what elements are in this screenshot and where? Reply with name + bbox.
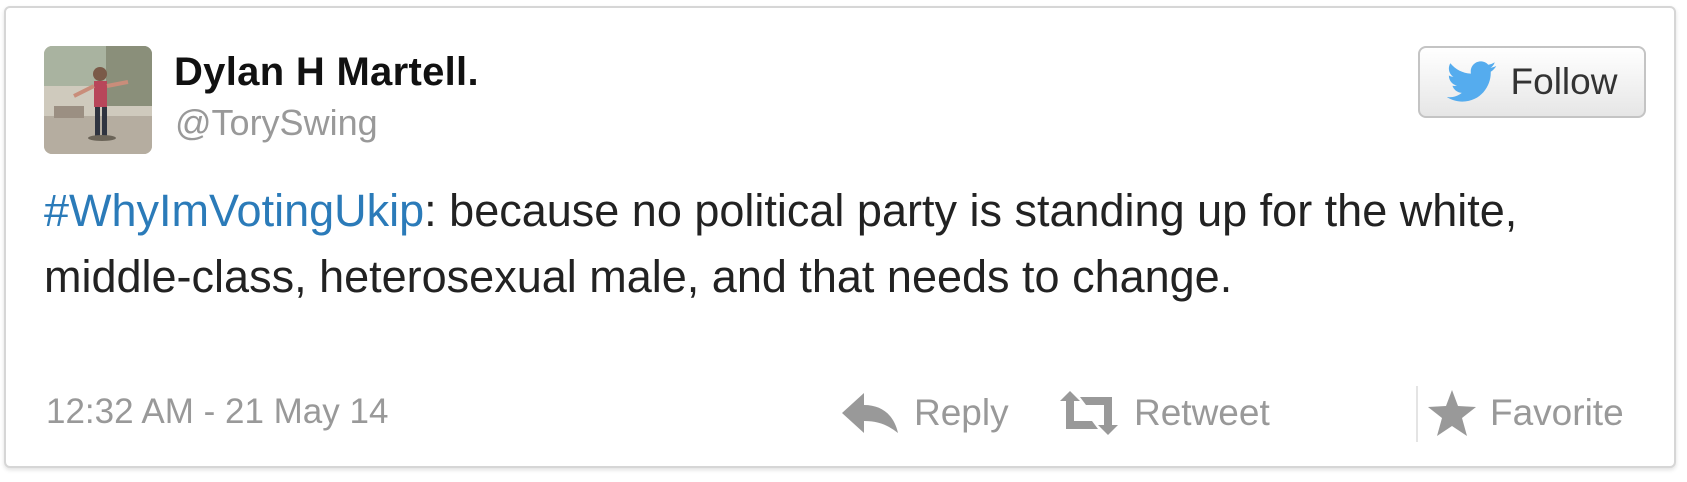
- twitter-bird-icon: [1446, 61, 1496, 102]
- user-handle[interactable]: @TorySwing: [175, 102, 378, 144]
- reply-icon: [842, 393, 898, 433]
- tweet-timestamp[interactable]: 12:32 AM - 21 May 14: [46, 392, 388, 432]
- retweet-label: Retweet: [1134, 392, 1270, 433]
- reply-label: Reply: [914, 392, 1009, 433]
- star-icon: [1428, 390, 1476, 436]
- tweet-text: #WhyImVotingUkip: because no political p…: [44, 178, 1644, 310]
- retweet-icon: [1060, 391, 1118, 435]
- favorite-button[interactable]: Favorite: [1428, 382, 1624, 444]
- follow-button[interactable]: Follow: [1418, 46, 1646, 118]
- embedded-tweet-card: Dylan H Martell. @TorySwing Follow #WhyI…: [4, 6, 1676, 468]
- avatar-image: [44, 46, 152, 154]
- action-divider: [1416, 386, 1418, 442]
- avatar[interactable]: [44, 46, 152, 154]
- favorite-label: Favorite: [1490, 392, 1624, 433]
- follow-button-label: Follow: [1510, 61, 1618, 102]
- retweet-button[interactable]: Retweet: [1058, 382, 1270, 444]
- hashtag-link[interactable]: #WhyImVotingUkip: [44, 185, 424, 236]
- display-name[interactable]: Dylan H Martell.: [174, 50, 479, 95]
- reply-button[interactable]: Reply: [840, 382, 1009, 444]
